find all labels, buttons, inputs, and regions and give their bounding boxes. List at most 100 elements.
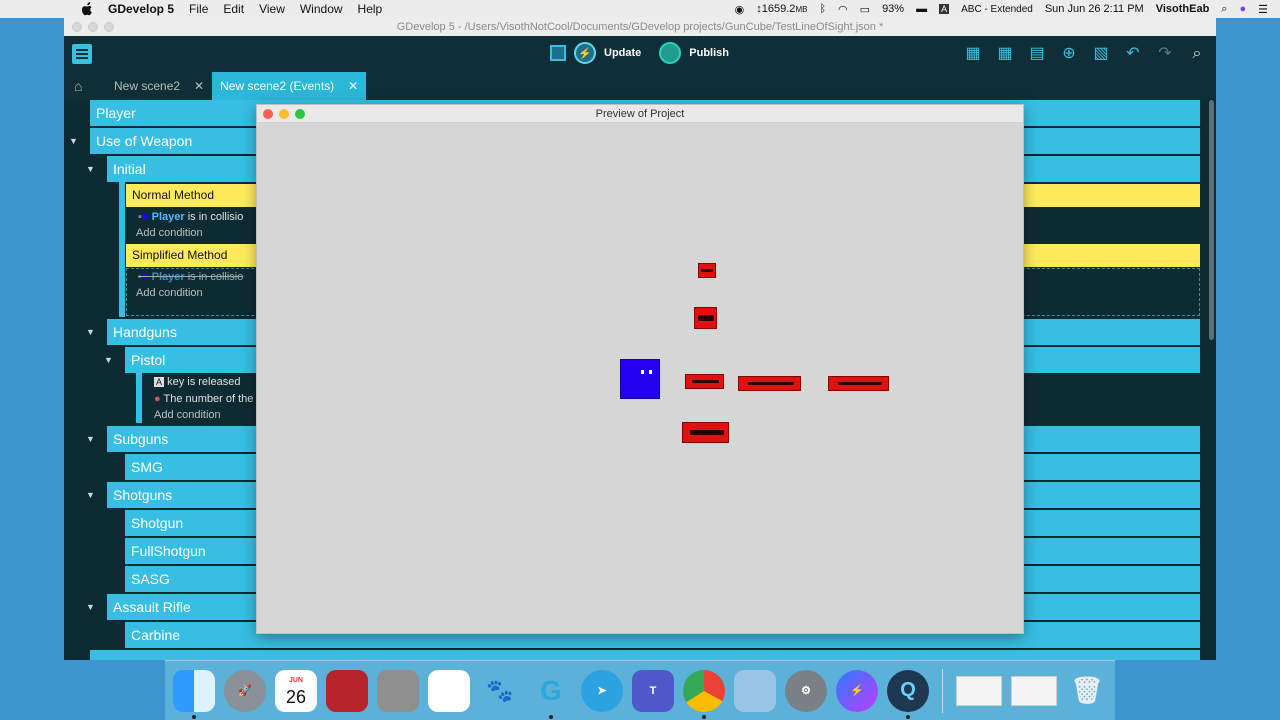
wifi-icon[interactable]: ◠	[838, 3, 848, 16]
minimize-window-button[interactable]	[88, 22, 98, 32]
add-plus-icon[interactable]: ⊕	[1058, 44, 1080, 64]
main-toolbar: ⚡ Update Publish ▦ ▦ ▤ ⊕ ▧ ↶ ↷ ⌕	[64, 36, 1216, 72]
game-canvas[interactable]	[257, 123, 1023, 633]
condition-text: is in collisio	[184, 211, 244, 223]
photo-booth-icon[interactable]	[326, 669, 368, 712]
add-event-icon[interactable]: ▦	[962, 44, 984, 64]
window-title: GDevelop 5 - /Users/VisothNotCool/Docume…	[396, 21, 884, 33]
collapse-arrow-icon[interactable]: ▼	[86, 164, 95, 174]
chrome-icon[interactable]	[683, 669, 725, 719]
condition-object-name: Player	[151, 211, 185, 223]
reminders-icon[interactable]	[428, 669, 470, 712]
weapon-sprite-sniper	[828, 376, 889, 391]
memory-unit: MB	[795, 5, 808, 14]
apple-icon[interactable]	[80, 2, 94, 16]
collapse-arrow-icon[interactable]: ▼	[86, 602, 95, 612]
add-subevent-icon[interactable]: ▦	[994, 44, 1016, 64]
weapon-sprite-pistol	[698, 263, 716, 278]
minimized-window-thumbnail[interactable]	[1011, 675, 1057, 706]
lightning-icon[interactable]: ⚡	[574, 42, 596, 64]
menu-file[interactable]: File	[189, 2, 208, 16]
tab-label: New scene2	[114, 79, 181, 93]
battery-icon: ▬	[916, 3, 928, 15]
minimize-preview-button[interactable]	[279, 109, 289, 119]
debugger-icon[interactable]	[550, 45, 566, 61]
weapon-sprite-smg	[685, 374, 724, 389]
control-center-icon[interactable]: ☰	[1258, 3, 1268, 16]
publish-button[interactable]: Publish	[689, 47, 729, 59]
memory-readout[interactable]: ↕1659.2MB	[756, 3, 807, 15]
memory-value: 1659.2	[761, 3, 796, 15]
zoom-window-button[interactable]	[104, 22, 114, 32]
siri-icon[interactable]: ●	[1239, 3, 1246, 15]
tab-label: New scene2 (Events)	[220, 79, 335, 93]
collapse-arrow-icon[interactable]: ▼	[104, 355, 113, 365]
minimized-window-thumbnail[interactable]	[956, 675, 1002, 706]
close-window-button[interactable]	[72, 22, 82, 32]
calculator-icon[interactable]	[377, 669, 419, 712]
condition-text: is in collisio	[184, 271, 244, 283]
close-tab-icon[interactable]: ✕	[348, 79, 358, 93]
battery-percent[interactable]: 93%	[882, 3, 904, 15]
airplay-icon[interactable]: ▭	[860, 3, 870, 16]
finder-icon[interactable]	[173, 669, 215, 719]
player-cube	[620, 359, 660, 399]
gimp-icon[interactable]: 🐾	[479, 670, 521, 712]
collapse-arrow-icon[interactable]: ▼	[86, 490, 95, 500]
bluetooth-icon[interactable]: ᛒ	[819, 3, 826, 15]
object-icon: ■	[141, 211, 149, 223]
object-icon: ■	[141, 271, 149, 283]
events-scrollbar[interactable]	[1209, 100, 1214, 340]
calendar-day: 26	[285, 686, 307, 707]
input-source-icon[interactable]: A	[939, 4, 950, 14]
tab-scene[interactable]: New scene2 ✕	[106, 72, 212, 100]
dock-separator	[942, 668, 943, 713]
group-indent-bar	[119, 182, 125, 317]
user-name[interactable]: VisothEab	[1156, 3, 1210, 15]
editor-tabs: ⌂ New scene2 ✕ New scene2 (Events) ✕	[64, 72, 1216, 100]
tab-scene-events[interactable]: New scene2 (Events) ✕	[212, 72, 367, 100]
globe-icon[interactable]	[659, 42, 682, 64]
launchpad-icon[interactable]: 🚀	[224, 669, 266, 712]
update-button[interactable]: Update	[604, 47, 641, 59]
weapon-sprite-handgun	[694, 307, 717, 329]
menu-edit[interactable]: Edit	[223, 2, 244, 16]
trash-icon[interactable]: 🗑	[1066, 670, 1108, 712]
window-controls	[72, 22, 114, 32]
zoom-preview-button[interactable]	[295, 109, 305, 119]
add-other-event-icon[interactable]: ▤	[1026, 44, 1048, 64]
preview-title: Preview of Project	[595, 108, 685, 120]
collapse-arrow-icon[interactable]: ▼	[86, 434, 95, 444]
event-group-next[interactable]	[90, 650, 1200, 660]
spotlight-search-icon[interactable]: ⌕	[1221, 3, 1227, 16]
event-tools: ▦ ▦ ▤ ⊕ ▧ ↶ ↷ ⌕	[962, 44, 1208, 64]
delete-event-icon[interactable]: ▧	[1090, 44, 1112, 64]
menu-window[interactable]: Window	[300, 2, 343, 16]
collapse-arrow-icon[interactable]: ▼	[86, 327, 95, 337]
clock[interactable]: Sun Jun 26 2:11 PM	[1045, 3, 1144, 15]
record-icon[interactable]: ◉	[735, 3, 745, 16]
teams-icon[interactable]: T	[632, 669, 674, 712]
condition-object-name: Player	[151, 271, 185, 283]
close-preview-button[interactable]	[263, 109, 273, 119]
messenger-icon[interactable]: ⚡	[836, 669, 878, 712]
close-tab-icon[interactable]: ✕	[194, 79, 204, 93]
redo-icon[interactable]: ↷	[1154, 44, 1176, 64]
collapse-arrow-icon[interactable]: ▼	[69, 136, 78, 146]
weapon-sprite-rifle	[738, 376, 801, 391]
project-manager-icon[interactable]	[72, 44, 92, 64]
preview-app-icon[interactable]	[734, 669, 776, 712]
search-icon[interactable]: ⌕	[1186, 44, 1208, 64]
home-icon[interactable]: ⌂	[74, 79, 92, 93]
gdevelop-icon[interactable]: G	[530, 670, 572, 719]
menu-view[interactable]: View	[259, 2, 285, 16]
calendar-icon[interactable]: JUN 26	[275, 669, 317, 712]
system-preferences-icon[interactable]: ⚙	[785, 669, 827, 712]
menu-help[interactable]: Help	[358, 2, 383, 16]
telegram-icon[interactable]: ➤	[581, 669, 623, 712]
undo-icon[interactable]: ↶	[1122, 44, 1144, 64]
input-source-label[interactable]: ABC - Extended	[961, 4, 1033, 15]
quicktime-icon[interactable]: Q	[887, 669, 929, 719]
menu-app-name[interactable]: GDevelop 5	[108, 2, 174, 16]
preview-titlebar[interactable]: Preview of Project	[257, 105, 1023, 123]
